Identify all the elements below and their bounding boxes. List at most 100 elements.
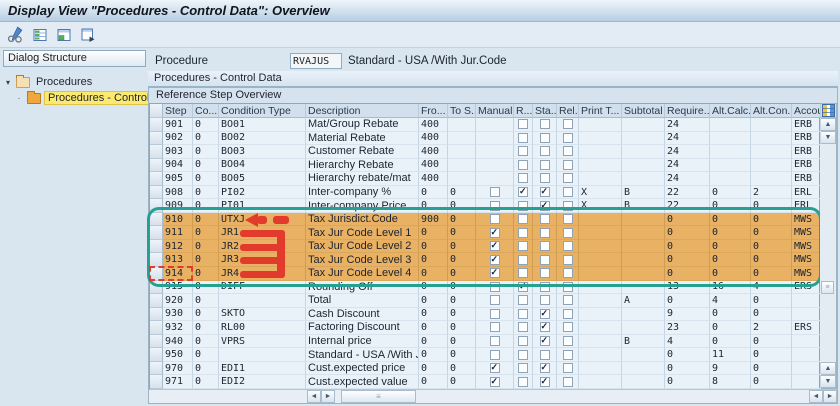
r-checkbox[interactable] <box>518 295 528 305</box>
r-checkbox[interactable] <box>518 133 528 143</box>
rel-checkbox[interactable] <box>563 173 573 183</box>
sta-checkbox[interactable] <box>540 119 550 129</box>
sta-checkbox[interactable] <box>540 146 550 156</box>
manual-checkbox[interactable] <box>490 336 500 346</box>
column-header-rel[interactable]: Rel... <box>557 104 579 118</box>
manual-checkbox[interactable] <box>490 255 500 265</box>
rel-checkbox[interactable] <box>563 241 573 251</box>
manual-checkbox[interactable] <box>490 214 500 224</box>
column-header-r[interactable]: R... <box>514 104 533 118</box>
row-selector[interactable] <box>150 118 163 132</box>
row-selector[interactable] <box>150 159 163 173</box>
r-checkbox[interactable] <box>518 363 528 373</box>
sta-checkbox[interactable] <box>540 255 550 265</box>
row-selector[interactable] <box>150 321 163 335</box>
rel-checkbox[interactable] <box>563 187 573 197</box>
column-header-sta[interactable]: Sta... <box>533 104 557 118</box>
r-checkbox[interactable] <box>518 201 528 211</box>
column-header-ctyp[interactable]: Condition Type <box>219 104 306 118</box>
column-header-altcon[interactable]: Alt.Con... <box>751 104 792 118</box>
rel-checkbox[interactable] <box>563 377 573 387</box>
table-rows-button[interactable] <box>29 24 50 45</box>
r-checkbox[interactable] <box>518 377 528 387</box>
column-header-print[interactable]: Print T... <box>579 104 622 118</box>
procedure-code-field[interactable]: RVAJUS <box>290 53 342 69</box>
row-selector[interactable] <box>150 213 163 227</box>
sta-checkbox[interactable] <box>540 133 550 143</box>
row-selector[interactable] <box>150 145 163 159</box>
column-header-to[interactable]: To S... <box>448 104 476 118</box>
row-selector[interactable] <box>150 132 163 146</box>
sta-checkbox[interactable] <box>540 295 550 305</box>
row-selector[interactable] <box>150 226 163 240</box>
scroll-down-button-bottom[interactable]: ▼ <box>820 375 836 388</box>
row-selector[interactable] <box>150 253 163 267</box>
row-selector[interactable] <box>150 375 163 389</box>
rel-checkbox[interactable] <box>563 309 573 319</box>
row-selector[interactable] <box>150 186 163 200</box>
manual-checkbox[interactable] <box>490 228 500 238</box>
tree-item-procedures-control-data[interactable]: ·Procedures - Control Data <box>14 90 146 106</box>
rel-checkbox[interactable] <box>563 322 573 332</box>
rel-checkbox[interactable] <box>563 133 573 143</box>
table-new-entry-button[interactable] <box>53 24 74 45</box>
table-settings-button[interactable] <box>820 104 836 118</box>
r-checkbox[interactable] <box>518 228 528 238</box>
row-selector[interactable] <box>150 172 163 186</box>
scroll-up-button-bottom[interactable]: ▲ <box>820 362 836 375</box>
sta-checkbox[interactable] <box>540 350 550 360</box>
sta-checkbox[interactable] <box>540 268 550 278</box>
rel-checkbox[interactable] <box>563 146 573 156</box>
sta-checkbox[interactable] <box>540 228 550 238</box>
rel-checkbox[interactable] <box>563 268 573 278</box>
column-header-manual[interactable]: Manual <box>476 104 514 118</box>
row-selector[interactable] <box>150 348 163 362</box>
rel-checkbox[interactable] <box>563 160 573 170</box>
row-selector[interactable] <box>150 362 163 376</box>
row-selector[interactable] <box>150 294 163 308</box>
column-header-account[interactable]: Accoun... <box>792 104 821 118</box>
r-checkbox[interactable] <box>518 119 528 129</box>
manual-checkbox[interactable] <box>490 201 500 211</box>
rel-checkbox[interactable] <box>563 119 573 129</box>
manual-checkbox[interactable] <box>490 350 500 360</box>
r-checkbox[interactable] <box>518 322 528 332</box>
display-change-button[interactable] <box>5 24 26 45</box>
manual-checkbox[interactable] <box>490 282 500 292</box>
r-checkbox[interactable] <box>518 268 528 278</box>
r-checkbox[interactable] <box>518 255 528 265</box>
scroll-right-button-right[interactable]: ► <box>823 390 837 403</box>
row-selector[interactable] <box>150 335 163 349</box>
rel-checkbox[interactable] <box>563 201 573 211</box>
r-checkbox[interactable] <box>518 336 528 346</box>
scroll-right-button[interactable]: ► <box>321 390 335 403</box>
rel-checkbox[interactable] <box>563 255 573 265</box>
horizontal-scroll-thumb[interactable]: ≡ <box>341 390 416 403</box>
table-navigate-button[interactable] <box>77 24 98 45</box>
manual-checkbox[interactable] <box>490 322 500 332</box>
r-checkbox[interactable] <box>518 146 528 156</box>
manual-checkbox[interactable] <box>490 363 500 373</box>
sta-checkbox[interactable] <box>540 173 550 183</box>
sta-checkbox[interactable] <box>540 322 550 332</box>
rel-checkbox[interactable] <box>563 214 573 224</box>
rel-checkbox[interactable] <box>563 295 573 305</box>
r-checkbox[interactable] <box>518 187 528 197</box>
r-checkbox[interactable] <box>518 282 528 292</box>
rel-checkbox[interactable] <box>563 363 573 373</box>
sta-checkbox[interactable] <box>540 187 550 197</box>
r-checkbox[interactable] <box>518 350 528 360</box>
manual-checkbox[interactable] <box>490 309 500 319</box>
column-header-subtotal[interactable]: Subtotal <box>622 104 665 118</box>
manual-checkbox[interactable] <box>490 377 500 387</box>
sta-checkbox[interactable] <box>540 241 550 251</box>
column-header-from[interactable]: Fro... <box>419 104 448 118</box>
row-selector[interactable] <box>150 199 163 213</box>
r-checkbox[interactable] <box>518 160 528 170</box>
tree-item-procedures[interactable]: ▾Procedures <box>3 74 146 90</box>
scroll-up-button[interactable]: ▲ <box>820 118 836 131</box>
manual-checkbox[interactable] <box>490 187 500 197</box>
sta-checkbox[interactable] <box>540 363 550 373</box>
manual-checkbox[interactable] <box>490 295 500 305</box>
sta-checkbox[interactable] <box>540 282 550 292</box>
